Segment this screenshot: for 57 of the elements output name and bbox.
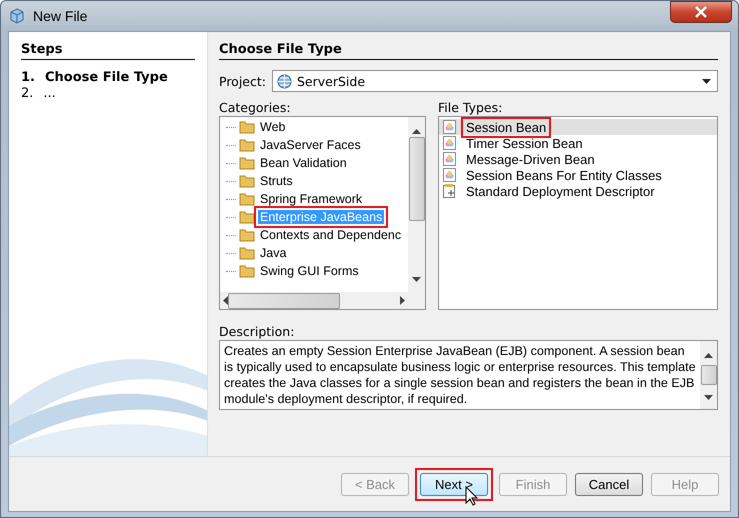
folder-icon bbox=[239, 120, 255, 134]
steps-heading: Steps bbox=[21, 42, 195, 60]
file-types-list[interactable]: Session Bean Timer Session Bean Message-Driven Bean Session Beans For Entity Classes Standard Deployment Descriptor bbox=[438, 116, 718, 310]
project-dropdown[interactable]: ServerSide bbox=[272, 70, 718, 92]
step-number: 1. bbox=[21, 70, 35, 86]
bean-file-icon bbox=[443, 168, 456, 182]
close-button[interactable] bbox=[670, 1, 732, 23]
step-label: Choose File Type bbox=[44, 70, 168, 86]
category-item[interactable]: Swing GUI Forms bbox=[258, 264, 361, 278]
file-type-item[interactable]: Timer Session Bean bbox=[464, 136, 585, 150]
folder-icon bbox=[239, 228, 255, 242]
close-icon bbox=[694, 6, 708, 18]
folder-icon bbox=[239, 246, 255, 260]
project-label: Project: bbox=[219, 74, 266, 88]
folder-icon bbox=[239, 210, 255, 224]
category-item[interactable]: Web bbox=[258, 120, 288, 134]
vertical-scrollbar[interactable] bbox=[408, 117, 425, 309]
descriptor-file-icon bbox=[443, 184, 456, 198]
scroll-up-icon[interactable] bbox=[704, 353, 713, 358]
file-type-item[interactable]: Session Beans For Entity Classes bbox=[464, 168, 664, 182]
file-types-label: File Types: bbox=[438, 100, 504, 115]
description-text: Creates an empty Session Enterprise JavaBean (EJB) component. A session bean is typically used to encapsulate business logic or enterprise resources. This template creates the Java classes for a single session bean and registers the bean in the EJB module's deployment descriptor, if required. bbox=[223, 343, 697, 408]
wizard-button[interactable]: Next > bbox=[420, 472, 488, 496]
category-item[interactable]: JavaServer Faces bbox=[258, 138, 363, 152]
scroll-down-icon[interactable] bbox=[412, 277, 421, 282]
bean-file-icon bbox=[443, 120, 456, 134]
bean-file-icon bbox=[443, 136, 456, 150]
scroll-up-icon[interactable] bbox=[412, 129, 421, 134]
step-label: ... bbox=[43, 86, 56, 102]
vertical-scrollbar[interactable] bbox=[700, 341, 717, 409]
category-item[interactable]: Java bbox=[258, 246, 288, 260]
window-title: New File bbox=[33, 8, 88, 24]
category-item[interactable]: Bean Validation bbox=[258, 156, 349, 170]
step-number: 2. bbox=[21, 86, 34, 102]
cube-icon bbox=[9, 8, 25, 24]
categories-tree[interactable]: Web JavaServer Faces Bean Validation Struts Spring Framework Enterprise JavaBeans Contexts and Dependenc Java Swing GUI Forms bbox=[219, 116, 426, 310]
description-label: Description: bbox=[219, 324, 296, 339]
wizard-button[interactable]: Cancel bbox=[575, 472, 643, 496]
file-type-item[interactable]: Message-Driven Bean bbox=[464, 152, 597, 166]
folder-icon bbox=[239, 174, 255, 188]
dropdown-arrow-icon bbox=[702, 78, 711, 84]
panel-heading: Choose File Type bbox=[219, 42, 718, 60]
category-item[interactable]: Contexts and Dependenc bbox=[258, 228, 404, 242]
folder-icon bbox=[239, 138, 255, 152]
folder-icon bbox=[239, 264, 255, 278]
mouse-pointer-icon bbox=[465, 486, 479, 506]
scroll-right-icon[interactable] bbox=[400, 296, 405, 305]
category-item[interactable]: Struts bbox=[258, 174, 295, 188]
category-item[interactable]: Spring Framework bbox=[258, 192, 364, 206]
categories-label: Categories: bbox=[219, 100, 292, 115]
horizontal-scrollbar[interactable] bbox=[220, 292, 408, 309]
file-type-item[interactable]: Standard Deployment Descriptor bbox=[464, 184, 657, 198]
globe-icon bbox=[276, 74, 292, 88]
bean-file-icon bbox=[443, 152, 456, 166]
folder-icon bbox=[239, 156, 255, 170]
folder-icon bbox=[239, 192, 255, 206]
scroll-down-icon[interactable] bbox=[704, 395, 713, 400]
